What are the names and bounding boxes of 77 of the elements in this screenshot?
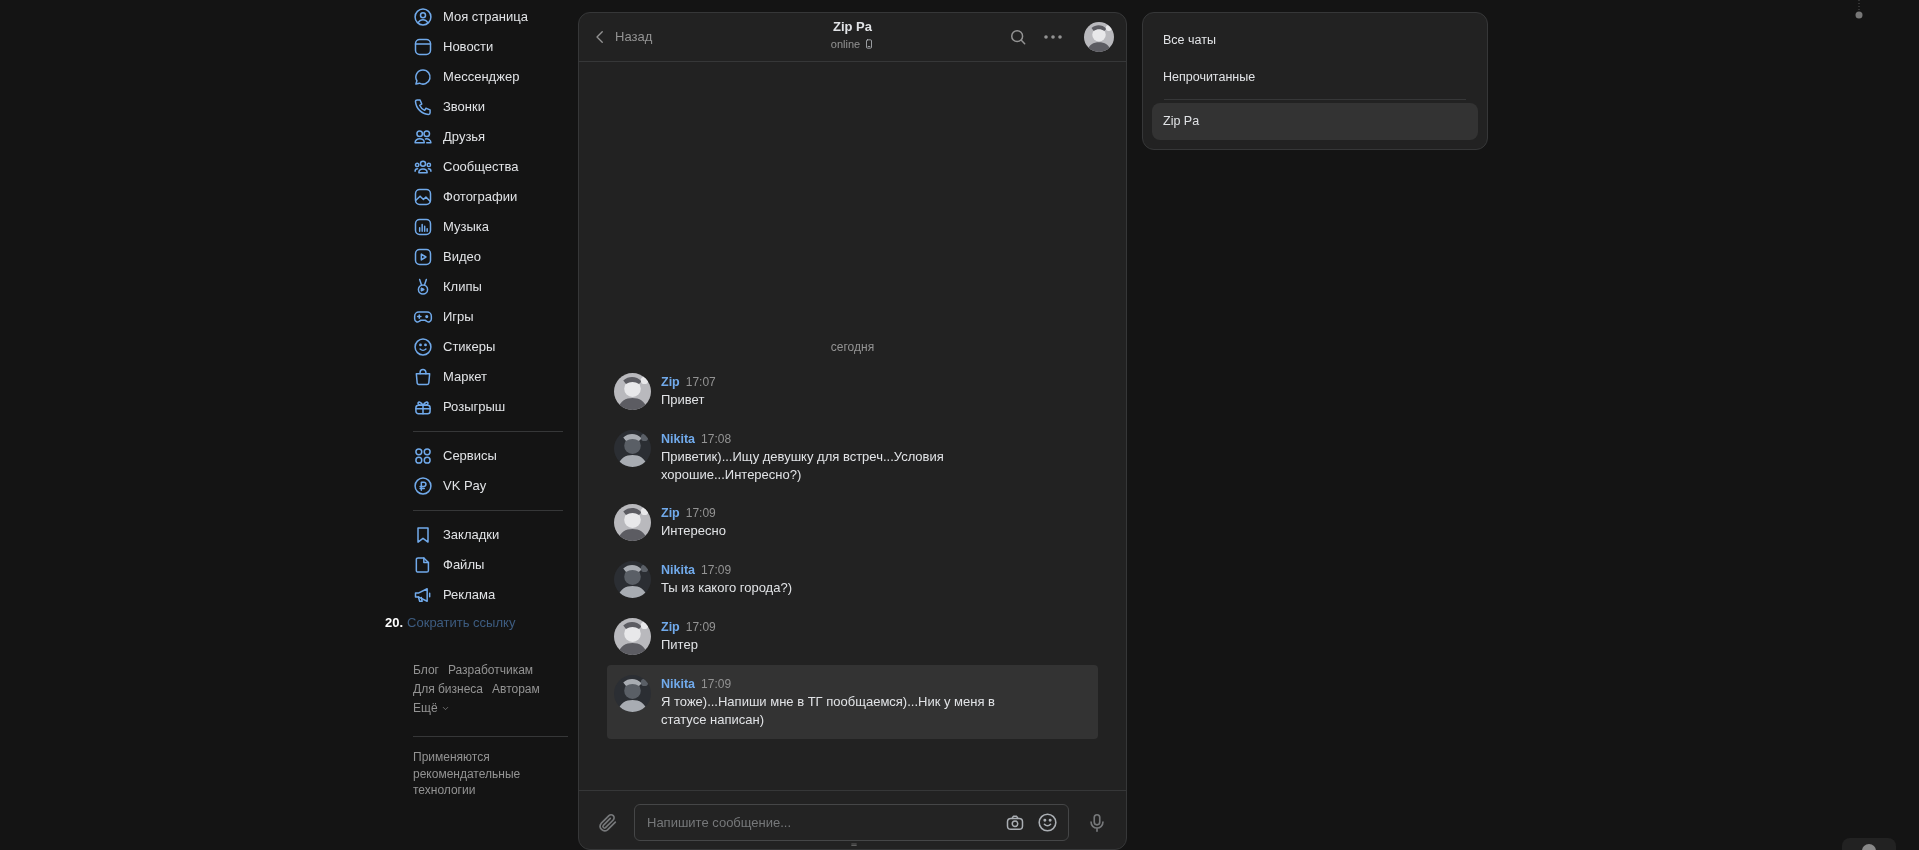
- message-time: 17:08: [701, 431, 732, 448]
- message-field[interactable]: Напишите сообщение...: [634, 804, 1069, 841]
- online-status: online: [830, 37, 861, 52]
- message-text: Интересно: [661, 522, 727, 540]
- smiley-icon: [413, 337, 433, 357]
- message-text: Привет: [661, 391, 706, 409]
- message-text: Приветик)...Ищу девушку для встреч...Условия хорошие...Интересно?): [661, 448, 945, 484]
- search-icon: [1008, 27, 1028, 47]
- play-icon: [413, 247, 433, 267]
- grid-icon: [413, 446, 433, 466]
- sidebar-item[interactable]: Сервисы: [385, 441, 568, 471]
- newspaper-icon: [413, 37, 433, 57]
- sidebar-item[interactable]: Музыка: [385, 212, 568, 242]
- footer-link[interactable]: Для бизнеса: [413, 680, 483, 699]
- message-time: 17:09: [685, 505, 716, 522]
- message-input[interactable]: Напишите сообщение...: [647, 805, 993, 840]
- ruble-coin-icon: [413, 476, 433, 496]
- message-text: Ты из какого города?): [661, 579, 793, 597]
- sidebar-item[interactable]: Стикеры: [385, 332, 568, 362]
- sidebar-item[interactable]: Звонки: [385, 92, 568, 122]
- folder-item[interactable]: Непрочитанные: [1152, 59, 1478, 96]
- author-name[interactable]: Zip: [661, 617, 680, 637]
- attach-button[interactable]: [597, 812, 619, 834]
- shopping-bag-icon: [413, 367, 433, 387]
- author-name[interactable]: Zip: [661, 372, 680, 392]
- footer-link[interactable]: Авторам: [492, 680, 540, 699]
- sidebar-item[interactable]: Реклама: [385, 580, 568, 610]
- people-icon: [413, 127, 433, 147]
- paperclip-icon: [597, 812, 619, 834]
- profile-icon: [413, 7, 433, 27]
- search-button[interactable]: [1008, 27, 1028, 47]
- folder-item[interactable]: Zip Pa: [1152, 103, 1478, 140]
- phone-icon: [864, 38, 875, 50]
- folder-item[interactable]: Все чаты: [1152, 22, 1478, 59]
- message-time: 17:09: [701, 676, 732, 693]
- list-number: 20.: [385, 614, 404, 633]
- group-icon: [413, 157, 433, 177]
- chevron-down-icon: [440, 704, 450, 713]
- more-icon: [1044, 35, 1062, 39]
- sidebar-item[interactable]: Друзья: [385, 122, 568, 152]
- author-name[interactable]: Nikita: [661, 560, 696, 580]
- grip-icon: [849, 843, 859, 849]
- message-text: Питер: [661, 636, 699, 654]
- chat-title: Zip Pa: [833, 18, 872, 36]
- sidebar-item[interactable]: Розыгрыш: [385, 392, 568, 422]
- footer-link[interactable]: Разработчикам: [447, 661, 534, 680]
- sidebar-item[interactable]: Новости: [385, 32, 568, 62]
- image-icon: [413, 187, 433, 207]
- message-text: Я тоже)...Напиши мне в ТГ пообщаемся)...Ник у меня в статусе написан): [661, 693, 996, 729]
- sidebar-item[interactable]: Сообщества: [385, 152, 568, 182]
- megaphone-icon: [413, 585, 433, 605]
- sidebar-item[interactable]: Клипы: [385, 272, 568, 302]
- equalizer-icon: [413, 217, 433, 237]
- sidebar-item[interactable]: Маркет: [385, 362, 568, 392]
- sidebar-item[interactable]: Закладки: [385, 520, 568, 550]
- sidebar-item[interactable]: Фотографии: [385, 182, 568, 212]
- message-time: 17:07: [685, 374, 716, 391]
- emoji-button[interactable]: [1037, 812, 1058, 833]
- sidebar-item[interactable]: Файлы: [385, 550, 568, 580]
- sidebar-item[interactable]: Моя страница: [385, 2, 568, 32]
- sidebar-item[interactable]: Видео: [385, 242, 568, 272]
- author-name[interactable]: Nikita: [661, 429, 696, 449]
- footer-link[interactable]: Блог: [413, 661, 439, 680]
- author-name[interactable]: Zip: [661, 503, 680, 523]
- message-time: 17:09: [701, 562, 732, 579]
- sidebar-item[interactable]: Мессенджер: [385, 62, 568, 92]
- message-time: 17:09: [685, 619, 716, 636]
- sidebar-item[interactable]: Игры: [385, 302, 568, 332]
- phone-icon: [413, 97, 433, 117]
- footer-link[interactable]: Ещё: [413, 699, 450, 718]
- author-name[interactable]: Nikita: [661, 674, 696, 694]
- date-label: сегодня: [830, 339, 875, 356]
- sidebar-item[interactable]: VK Pay: [385, 471, 568, 501]
- chat-bubble-icon: [413, 67, 433, 87]
- footer-note: Применяются рекомендательные технологии: [413, 749, 522, 799]
- back-button[interactable]: Назад: [591, 27, 653, 47]
- smiley-icon: [1037, 812, 1058, 833]
